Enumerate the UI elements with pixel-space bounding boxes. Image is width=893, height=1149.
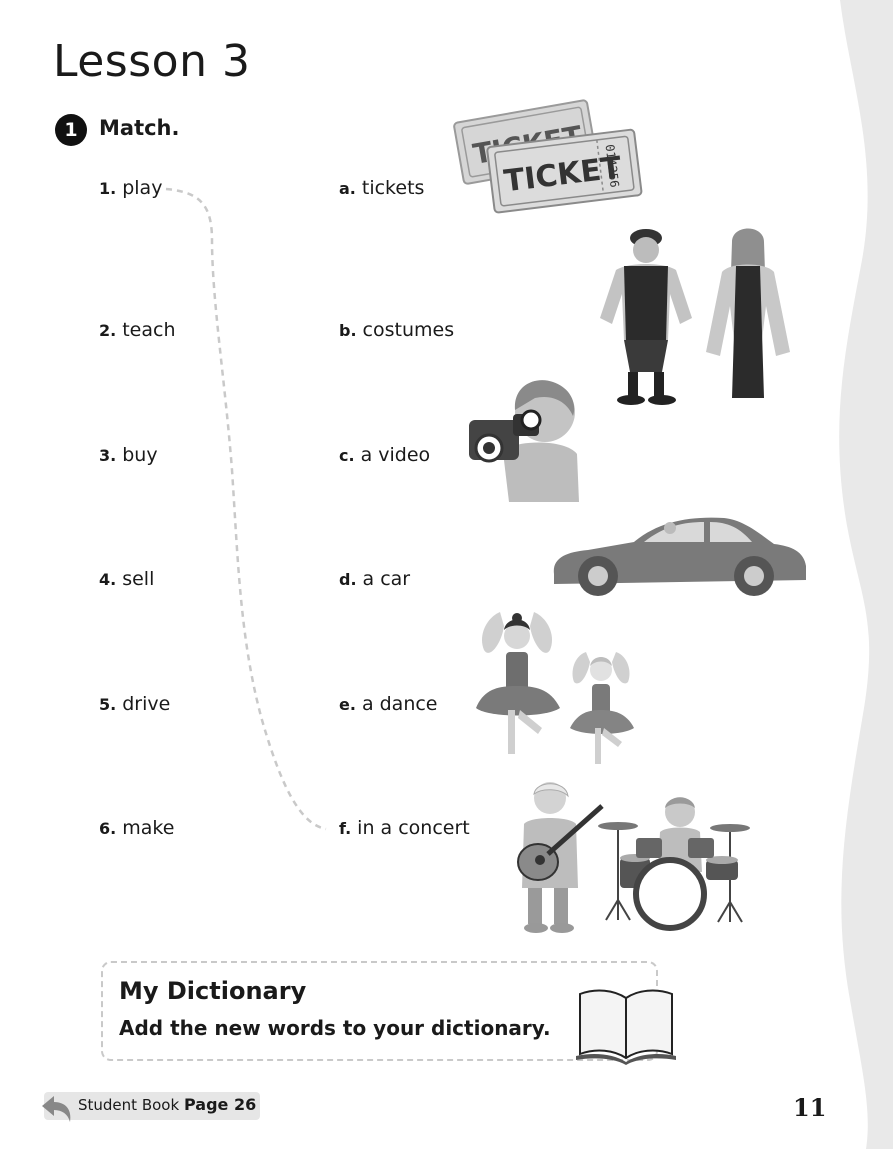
- video-camera-illustration: [469, 380, 579, 502]
- noun-phrase: a video: [360, 444, 431, 466]
- noun-phrase: a car: [362, 568, 411, 590]
- verb-number: 5.: [99, 695, 117, 714]
- noun-letter: c.: [339, 446, 355, 465]
- student-book-reference: Student Book Page 26: [42, 1092, 260, 1122]
- noun-letter: f.: [339, 819, 352, 838]
- verb-word: teach: [122, 319, 176, 341]
- verb-number: 6.: [99, 819, 117, 838]
- noun-item-concert: f. in a concert: [339, 817, 470, 839]
- verb-item-drive: 5. drive: [99, 693, 170, 715]
- verb-number: 1.: [99, 179, 117, 198]
- verb-word: sell: [122, 568, 155, 590]
- costumes-illustration: [600, 228, 790, 405]
- page-number: 11: [793, 1093, 827, 1122]
- noun-item-dance: e. a dance: [339, 693, 438, 715]
- dictionary-title: My Dictionary: [119, 977, 307, 1005]
- student-book-page: Page 26: [184, 1095, 257, 1114]
- student-book-label: Student Book: [78, 1096, 180, 1114]
- noun-item-video: c. a video: [339, 444, 430, 466]
- verb-number: 2.: [99, 321, 117, 340]
- verb-number: 4.: [99, 570, 117, 589]
- noun-phrase: a dance: [361, 693, 438, 715]
- verb-word: drive: [122, 693, 171, 715]
- noun-phrase: in a concert: [357, 817, 470, 839]
- noun-letter: a.: [339, 179, 356, 198]
- back-arrow-icon: [42, 1096, 71, 1122]
- verb-word: make: [122, 817, 175, 839]
- noun-phrase: costumes: [362, 319, 455, 341]
- verb-word: play: [122, 177, 163, 199]
- verb-item-buy: 3. buy: [99, 444, 158, 466]
- open-book-icon: [576, 989, 676, 1065]
- verb-item-teach: 2. teach: [99, 319, 176, 341]
- verb-number: 3.: [99, 446, 117, 465]
- noun-phrase: tickets: [361, 177, 425, 199]
- noun-letter: d.: [339, 570, 357, 589]
- verb-item-sell: 4. sell: [99, 568, 154, 590]
- noun-letter: b.: [339, 321, 357, 340]
- ballerinas-illustration: [476, 612, 634, 764]
- dictionary-instruction: Add the new words to your dictionary.: [119, 1016, 551, 1040]
- noun-letter: e.: [339, 695, 356, 714]
- noun-item-costumes: b. costumes: [339, 319, 454, 341]
- verb-word: buy: [122, 444, 158, 466]
- noun-item-car: d. a car: [339, 568, 410, 590]
- noun-item-tickets: a. tickets: [339, 177, 424, 199]
- verb-item-play: 1. play: [99, 177, 162, 199]
- band-illustration: [517, 782, 750, 933]
- car-illustration: [553, 517, 806, 596]
- verb-item-make: 6. make: [99, 817, 174, 839]
- tickets-illustration: TICKET TICKET 014256: [453, 99, 643, 214]
